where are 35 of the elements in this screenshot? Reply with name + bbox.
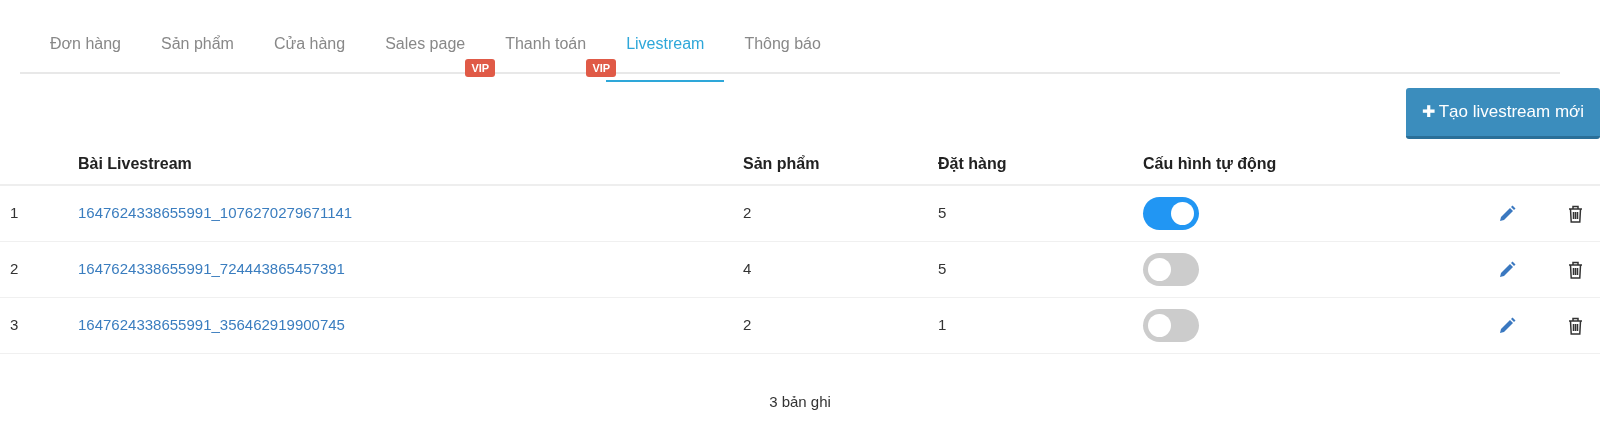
tab[interactable]: Thông báo [744,32,821,56]
tab[interactable]: Đơn hàng [50,32,121,56]
post-link[interactable]: 1647624338655991_356462919900745 [78,316,345,334]
create-livestream-button[interactable]: ✚ Tạo livestream mới [1405,88,1600,139]
toggle-switch[interactable] [1143,197,1199,230]
table-cell: 5 [938,204,947,222]
trash-icon[interactable] [1568,260,1583,279]
row-number: 1 [10,204,19,222]
tab[interactable]: Thanh toán [505,32,587,56]
tab[interactable]: Sản phẩm [161,32,234,56]
row-number: 3 [10,316,19,334]
table-cell: 1 [938,316,947,334]
table-cell: 2 [743,316,752,334]
toggle-switch[interactable] [1143,253,1199,286]
column-header: Đặt hàng [938,154,1007,174]
trash-icon[interactable] [1568,204,1583,223]
column-header: Cấu hình tự động [1143,154,1277,174]
record-count: 3 bản ghi [769,392,831,412]
vip-badge: VIP [586,59,617,77]
edit-pencil-icon[interactable] [1498,204,1516,223]
table-cell: 4 [743,260,752,278]
trash-icon[interactable] [1568,316,1583,335]
tab[interactable]: Cửa hàng [273,32,346,56]
row-number: 2 [10,260,19,278]
column-header: Bài Livestream [78,154,192,174]
column-header: Sản phẩm [743,154,820,174]
table-cell: 2 [743,204,752,222]
edit-pencil-icon[interactable] [1498,260,1516,279]
vip-badge: VIP [465,59,496,77]
table-cell: 5 [938,260,947,278]
toggle-switch[interactable] [1143,309,1199,342]
edit-pencil-icon[interactable] [1498,316,1516,335]
post-link[interactable]: 1647624338655991_724443865457391 [78,260,345,278]
post-link[interactable]: 1647624338655991_1076270279671141 [78,204,353,222]
tab[interactable]: Sales page [385,32,466,56]
